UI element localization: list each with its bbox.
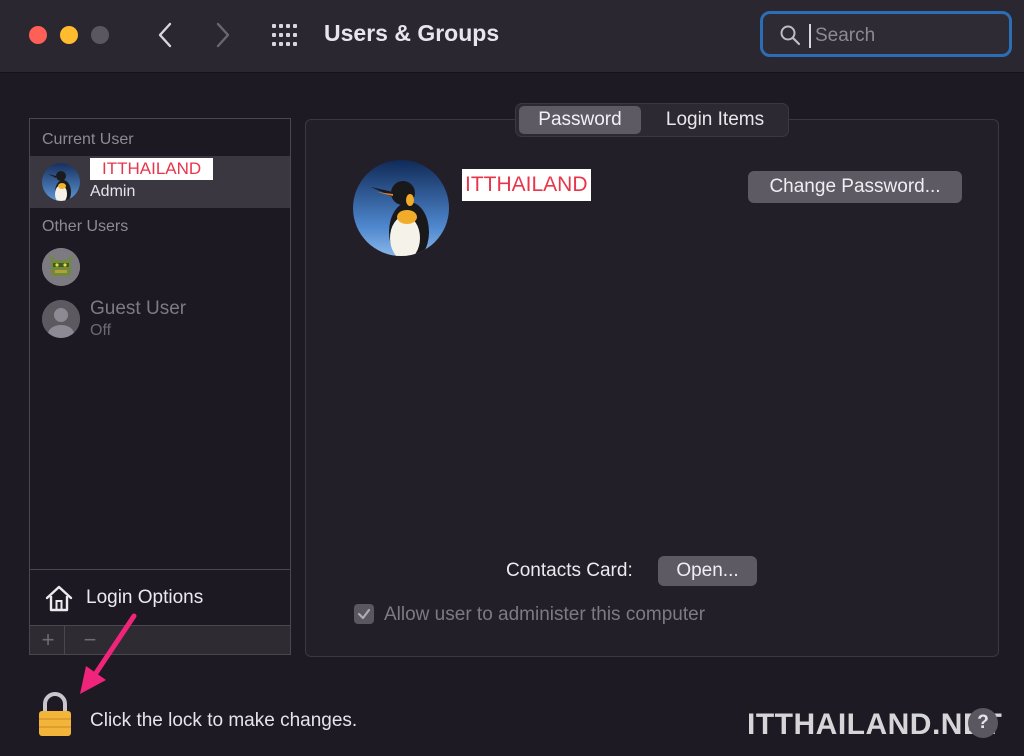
user-row-guest[interactable]: Guest User Off	[30, 293, 290, 345]
text-caret	[809, 24, 811, 48]
close-window-button[interactable]	[29, 26, 47, 44]
user-avatar	[42, 248, 80, 286]
allow-admin-checkbox[interactable]	[354, 604, 374, 624]
checkmark-icon	[357, 608, 371, 620]
tab-password[interactable]: Password	[519, 106, 641, 134]
grid-icon[interactable]	[270, 22, 300, 48]
allow-admin-label: Allow user to administer this computer	[384, 604, 706, 625]
login-options-row[interactable]: Login Options	[30, 569, 290, 625]
back-button[interactable]	[150, 18, 180, 52]
zoom-window-button[interactable]	[91, 26, 109, 44]
change-password-button[interactable]: Change Password...	[748, 171, 962, 203]
tab-bar: Password Login Items	[515, 103, 789, 137]
house-icon	[45, 585, 73, 612]
arrow-icon	[80, 613, 137, 694]
chevron-right-icon	[216, 22, 230, 48]
window-title: Users & Groups	[324, 20, 500, 46]
guest-avatar-icon	[42, 300, 80, 338]
user-row-current[interactable]: ITTHAILAND Admin	[30, 156, 290, 208]
open-contacts-button[interactable]: Open...	[658, 556, 757, 586]
login-options-label: Login Options	[86, 587, 204, 608]
search-input[interactable]	[813, 20, 1007, 52]
title-bar: Users & Groups	[0, 0, 1024, 73]
current-user-role: Admin	[90, 183, 136, 200]
lock-icon[interactable]	[36, 692, 74, 738]
current-user-name: ITTHAILAND	[90, 158, 214, 180]
penguin-avatar	[42, 163, 80, 201]
tab-login-items[interactable]: Login Items	[644, 106, 786, 134]
current-user-header: Current User	[42, 131, 134, 148]
lock-message: Click the lock to make changes.	[90, 710, 358, 731]
penguin-avatar-large[interactable]	[353, 160, 449, 256]
user-row-other[interactable]	[30, 241, 290, 293]
watermark: ITTHAILAND.NET	[747, 708, 1003, 741]
search-icon	[780, 25, 801, 46]
chevron-left-icon	[158, 22, 172, 48]
guest-user-name: Guest User	[90, 298, 187, 319]
minimize-window-button[interactable]	[60, 26, 78, 44]
guest-user-status: Off	[90, 322, 112, 339]
search-field[interactable]	[760, 11, 1012, 57]
other-users-header: Other Users	[42, 218, 129, 235]
add-remove-bar: + −	[29, 625, 291, 655]
users-sidebar: Current User ITTHAILAND Admin Other User…	[29, 118, 291, 655]
contacts-card-label: Contacts Card:	[506, 560, 633, 581]
help-button[interactable]: ?	[968, 708, 998, 738]
selected-user-name: ITTHAILAND	[462, 169, 591, 201]
add-user-button[interactable]: +	[32, 626, 65, 654]
forward-button[interactable]	[208, 18, 238, 52]
